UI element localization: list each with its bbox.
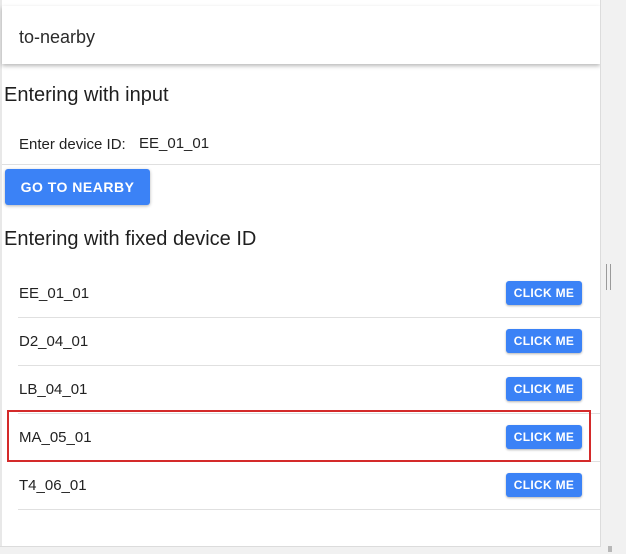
device-id-input-row: Enter device ID: (2, 122, 600, 165)
input-section-heading: Entering with input (4, 84, 169, 106)
list-item: LB_04_01 CLICK ME (18, 366, 600, 414)
window-corner-mark (608, 546, 612, 552)
go-to-nearby-button[interactable]: GO TO NEARBY (5, 169, 150, 205)
device-id-text: D2_04_01 (19, 333, 89, 350)
app-window: to-nearby Entering with input Enter devi… (0, 0, 601, 547)
app-title: to-nearby (19, 27, 96, 47)
app-toolbar: to-nearby (2, 6, 600, 64)
device-id-text: T4_06_01 (19, 477, 87, 494)
click-me-button[interactable]: CLICK ME (506, 281, 582, 305)
list-item: MA_05_01 CLICK ME (18, 414, 600, 462)
click-me-button[interactable]: CLICK ME (506, 377, 582, 401)
device-list: EE_01_01 CLICK ME D2_04_01 CLICK ME LB_0… (18, 270, 600, 510)
device-id-text: MA_05_01 (19, 429, 92, 446)
resize-handle[interactable] (606, 264, 612, 290)
main-content: Entering with input Enter device ID: GO … (2, 64, 600, 546)
list-item: T4_06_01 CLICK ME (18, 462, 600, 510)
click-me-button[interactable]: CLICK ME (506, 425, 582, 449)
device-id-text: EE_01_01 (19, 285, 90, 302)
device-id-label: Enter device ID: (19, 136, 126, 153)
click-me-button[interactable]: CLICK ME (506, 329, 582, 353)
list-item: D2_04_01 CLICK ME (18, 318, 600, 366)
device-id-text: LB_04_01 (19, 381, 88, 398)
fixed-section-heading: Entering with fixed device ID (4, 228, 257, 250)
device-id-input[interactable] (139, 132, 339, 154)
list-item: EE_01_01 CLICK ME (18, 270, 600, 318)
click-me-button[interactable]: CLICK ME (506, 473, 582, 497)
